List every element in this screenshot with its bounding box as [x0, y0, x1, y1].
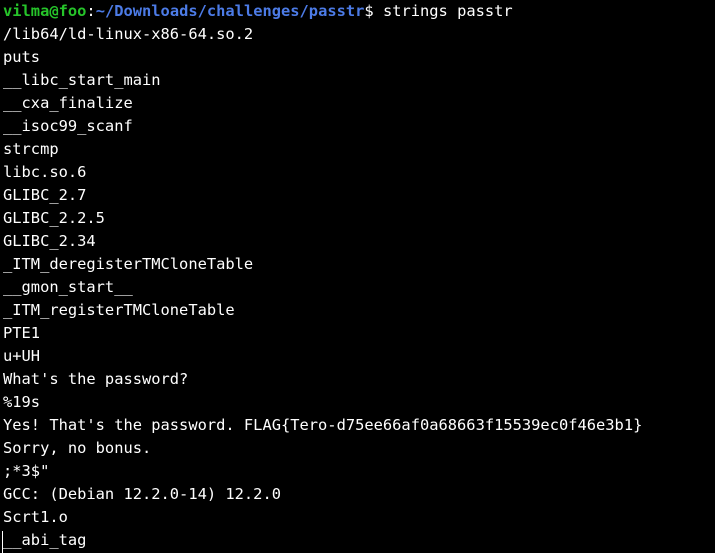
output-line: ;*3$": [3, 462, 50, 480]
terminal-window[interactable]: vilma@foo:~/Downloads/challenges/passtr$…: [0, 0, 715, 553]
text-cursor: [2, 531, 3, 553]
output-line: puts: [3, 48, 41, 66]
output-line: PTE1: [3, 324, 41, 342]
prompt-symbol: $: [364, 2, 374, 20]
output-line: %19s: [3, 393, 41, 411]
output-line: What's the password?: [3, 370, 189, 388]
output-line: libc.so.6: [3, 163, 87, 181]
prompt-separator: :: [86, 2, 96, 20]
output-line: Scrt1.o: [3, 508, 68, 526]
output-line: GCC: (Debian 12.2.0-14) 12.2.0: [3, 485, 281, 503]
prompt-path: ~/Downloads/challenges/passtr: [95, 2, 365, 20]
prompt-line: vilma@foo:~/Downloads/challenges/passtr$…: [3, 0, 715, 23]
output-line: Sorry, no bonus.: [3, 439, 152, 457]
output-line: __cxa_finalize: [3, 94, 133, 112]
output-line: u+UH: [3, 347, 41, 365]
output-line: _ITM_registerTMCloneTable: [3, 301, 235, 319]
output-line: GLIBC_2.34: [3, 232, 96, 250]
output-line: __isoc99_scanf: [3, 117, 133, 135]
output-line-flag: Yes! That's the password. FLAG{Tero-d75e…: [3, 416, 643, 434]
output-line: __abi_tag: [3, 531, 87, 549]
output-line: __gmon_start__: [3, 278, 133, 296]
output-line: __libc_start_main: [3, 71, 161, 89]
output-line: _ITM_deregisterTMCloneTable: [3, 255, 254, 273]
output-line: GLIBC_2.7: [3, 186, 87, 204]
prompt-user-host: vilma@foo: [3, 2, 87, 20]
output-line: /lib64/ld-linux-x86-64.so.2: [3, 25, 254, 43]
output-line: GLIBC_2.2.5: [3, 209, 105, 227]
output-line: strcmp: [3, 140, 59, 158]
command-text: strings passtr: [373, 2, 513, 20]
